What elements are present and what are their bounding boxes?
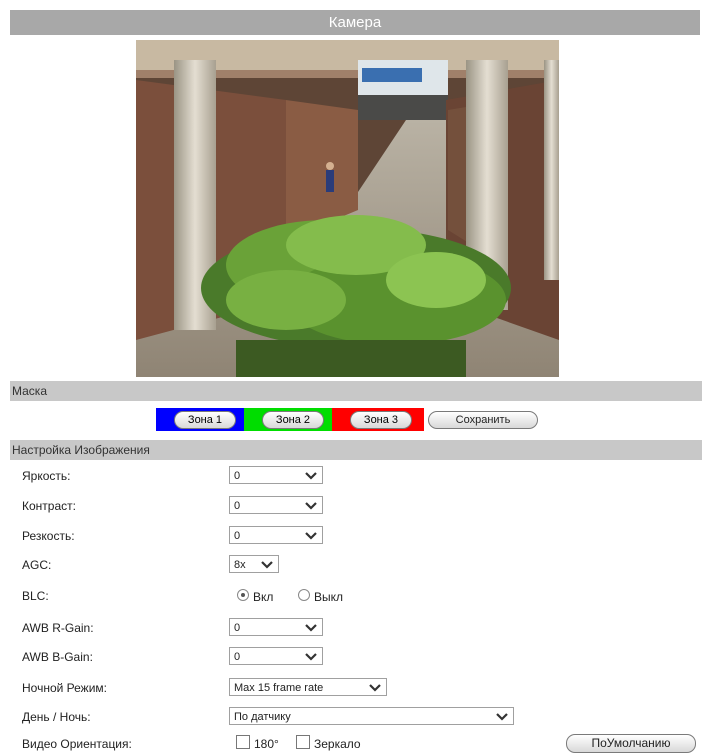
- awb-r-gain-select[interactable]: 0: [229, 618, 323, 636]
- brightness-value: 0: [234, 470, 241, 482]
- day-night-value: По датчику: [234, 711, 291, 723]
- awb-r-gain-value: 0: [234, 622, 241, 634]
- zone-1: Зона 1: [156, 408, 244, 431]
- chevron-down-icon: [496, 713, 508, 721]
- page-title: Камера: [10, 10, 700, 35]
- day-night-label: День / Ночь:: [22, 710, 91, 724]
- mask-section-header: Маска: [10, 381, 702, 401]
- awb-b-gain-label: AWB B-Gain:: [22, 650, 93, 664]
- rotate-180-checkbox[interactable]: [236, 735, 250, 749]
- agc-value: 8x: [234, 559, 246, 571]
- camera-image: [136, 40, 559, 377]
- contrast-label: Контраст:: [22, 499, 76, 513]
- awb-b-gain-value: 0: [234, 651, 241, 663]
- brightness-select[interactable]: 0: [229, 466, 323, 484]
- blc-off-radio[interactable]: [298, 589, 310, 601]
- chevron-down-icon: [305, 624, 317, 632]
- default-button[interactable]: ПоУмолчанию: [566, 734, 696, 753]
- rotate-180-label: 180°: [254, 737, 279, 751]
- chevron-down-icon: [305, 472, 317, 480]
- chevron-down-icon: [305, 653, 317, 661]
- chevron-down-icon: [305, 502, 317, 510]
- day-night-select[interactable]: По датчику: [229, 707, 514, 725]
- zone-2-button[interactable]: Зона 2: [262, 411, 324, 429]
- zone-2: Зона 2: [244, 408, 332, 431]
- mirror-checkbox[interactable]: [296, 735, 310, 749]
- awb-r-gain-label: AWB R-Gain:: [22, 621, 94, 635]
- chevron-down-icon: [261, 561, 273, 569]
- blc-off-label: Выкл: [314, 590, 344, 604]
- night-mode-value: Max 15 frame rate: [234, 682, 324, 694]
- camera-view: [136, 40, 559, 377]
- awb-b-gain-select[interactable]: 0: [229, 647, 323, 665]
- blc-on-label: Вкл: [253, 590, 274, 604]
- mirror-label: Зеркало: [314, 737, 361, 751]
- zone-3-button[interactable]: Зона 3: [350, 411, 412, 429]
- sharpness-value: 0: [234, 530, 241, 542]
- zone-1-button[interactable]: Зона 1: [174, 411, 236, 429]
- contrast-select[interactable]: 0: [229, 496, 323, 514]
- save-button[interactable]: Сохранить: [428, 411, 538, 429]
- contrast-value: 0: [234, 500, 241, 512]
- agc-label: AGC:: [22, 558, 52, 572]
- blc-on-radio[interactable]: [237, 589, 249, 601]
- night-mode-select[interactable]: Max 15 frame rate: [229, 678, 387, 696]
- blc-label: BLC:: [22, 589, 49, 603]
- image-settings-header: Настройка Изображения: [10, 440, 702, 460]
- sharpness-label: Резкость:: [22, 529, 75, 543]
- brightness-label: Яркость:: [22, 469, 71, 483]
- video-orientation-label: Видео Ориентация:: [22, 737, 132, 751]
- night-mode-label: Ночной Режим:: [22, 681, 107, 695]
- zone-3: Зона 3: [332, 408, 424, 431]
- chevron-down-icon: [369, 684, 381, 692]
- agc-select[interactable]: 8x: [229, 555, 279, 573]
- chevron-down-icon: [305, 532, 317, 540]
- sharpness-select[interactable]: 0: [229, 526, 323, 544]
